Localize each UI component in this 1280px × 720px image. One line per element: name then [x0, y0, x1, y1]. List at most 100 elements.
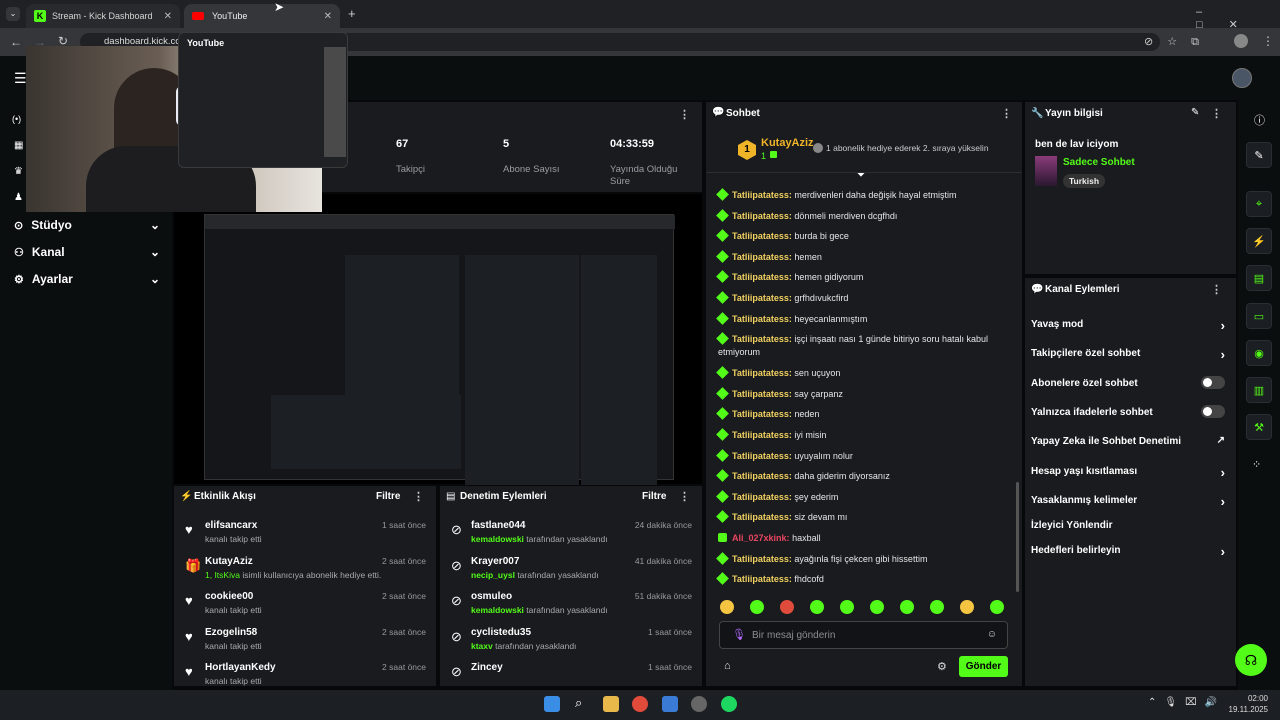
- emote-icon[interactable]: [720, 600, 734, 614]
- channel-action-item[interactable]: Hesap yaşı kısıtlaması ›: [1031, 465, 1225, 480]
- sidebar-item-studio[interactable]: ⊙ Stüdyo ⌄: [14, 218, 160, 232]
- tab-search-icon[interactable]: ⌄: [6, 7, 20, 21]
- community-icon[interactable]: ♟: [14, 192, 23, 203]
- edit-mode-button[interactable]: ✎: [1246, 142, 1272, 168]
- chat-username[interactable]: Tatliipatatess:: [732, 211, 792, 221]
- start-icon[interactable]: [544, 696, 560, 712]
- profile-avatar[interactable]: [1234, 34, 1248, 48]
- app-icon[interactable]: [691, 696, 707, 712]
- focus-icon[interactable]: ⌖: [1246, 191, 1272, 217]
- chat-username[interactable]: Tatliipatatess:: [732, 334, 792, 344]
- channel-action-item[interactable]: Yasaklanmış kelimeler ›: [1031, 494, 1225, 509]
- collapse-icon[interactable]: ⏷: [857, 170, 865, 181]
- channel-action-item[interactable]: Hedefleri belirleyin ›: [1031, 544, 1225, 559]
- chat-username[interactable]: Ali_027xkink:: [732, 533, 790, 543]
- chat-username[interactable]: Tatliipatatess:: [732, 409, 792, 419]
- chat-username[interactable]: Tatliipatatess:: [732, 368, 792, 378]
- microphone-icon[interactable]: 🎙: [732, 628, 746, 641]
- search-icon[interactable]: ⌕: [575, 695, 582, 711]
- moderator-name[interactable]: necip_uysl: [471, 570, 515, 580]
- user-avatar[interactable]: [1232, 68, 1252, 88]
- more-options-icon[interactable]: ⋮: [1211, 107, 1222, 120]
- more-options-icon[interactable]: ⋮: [679, 490, 690, 503]
- apps-icon[interactable]: ⁘: [1252, 458, 1261, 471]
- channel-action-item[interactable]: Takipçilere özel sohbet ›: [1031, 347, 1225, 362]
- toggle-switch[interactable]: [1201, 376, 1225, 389]
- moderator-name[interactable]: kemaldowski: [471, 534, 524, 544]
- close-tab-icon[interactable]: ✕: [164, 11, 172, 22]
- emote-icon[interactable]: [780, 600, 794, 614]
- spotify-icon[interactable]: [721, 696, 737, 712]
- analytics-icon[interactable]: ▦: [14, 140, 23, 151]
- chat-username[interactable]: Tatliipatatess:: [732, 231, 792, 241]
- hamburger-icon[interactable]: ☰: [14, 70, 27, 87]
- back-icon[interactable]: ←: [10, 35, 22, 49]
- emote-icon[interactable]: [810, 600, 824, 614]
- filter-button[interactable]: Filtre: [642, 491, 666, 502]
- emote-icon[interactable]: [960, 600, 974, 614]
- toolbar-icons[interactable]: ⊘☆⧉: [1144, 35, 1213, 49]
- filter-button[interactable]: Filtre: [376, 491, 400, 502]
- photos-icon[interactable]: [662, 696, 678, 712]
- users-icon[interactable]: ▥: [1246, 377, 1272, 403]
- channel-action-item[interactable]: Yapay Zeka ile Sohbet Denetimi ↗: [1031, 435, 1225, 447]
- trophy-icon[interactable]: ♛: [14, 166, 23, 177]
- chat-username[interactable]: Tatliipatatess:: [732, 293, 792, 303]
- chat-icon[interactable]: ▭: [1246, 303, 1272, 329]
- toggle-switch[interactable]: [1201, 405, 1225, 418]
- stream-icon[interactable]: (•): [12, 114, 21, 124]
- more-options-icon[interactable]: ⋮: [1211, 283, 1222, 296]
- more-options-icon[interactable]: ⋮: [1001, 107, 1012, 120]
- chat-username[interactable]: Tatliipatatess:: [732, 574, 792, 584]
- store-icon[interactable]: ⌂: [724, 660, 731, 672]
- chat-input[interactable]: 🎙 Bir mesaj gönderin ☺: [719, 621, 1008, 649]
- support-icon[interactable]: ☊: [1235, 644, 1267, 676]
- chat-username[interactable]: Tatliipatatess:: [732, 389, 792, 399]
- category-link[interactable]: Sadece Sohbet: [1063, 157, 1135, 168]
- sidebar-item-settings[interactable]: ⚙ Ayarlar ⌄: [14, 272, 160, 286]
- sidebar-item-channel[interactable]: ⚇ Kanal ⌄: [14, 245, 160, 259]
- chat-username[interactable]: Tatliipatatess:: [732, 512, 792, 522]
- channel-action-item[interactable]: İzleyici Yönlendir: [1031, 520, 1225, 531]
- tools-icon[interactable]: ⚒: [1246, 414, 1272, 440]
- emote-icon[interactable]: [840, 600, 854, 614]
- moderator-name[interactable]: ktaxv: [471, 641, 493, 651]
- tab-youtube[interactable]: YouTube ✕: [184, 4, 340, 28]
- chrome-icon[interactable]: [632, 696, 648, 712]
- emote-icon[interactable]: [990, 600, 1004, 614]
- tab-kick-dashboard[interactable]: K Stream - Kick Dashboard ✕: [26, 4, 180, 28]
- chat-username[interactable]: Tatliipatatess:: [732, 451, 792, 461]
- send-button[interactable]: Gönder: [959, 656, 1008, 677]
- chat-username[interactable]: Tatliipatatess:: [732, 314, 792, 324]
- new-tab-icon[interactable]: +: [348, 6, 356, 21]
- emote-icon[interactable]: [900, 600, 914, 614]
- channel-action-item[interactable]: Yavaş mod ›: [1031, 318, 1225, 333]
- system-tray-icons[interactable]: ⌃🎙⌧🔊: [1148, 697, 1225, 708]
- file-explorer-icon[interactable]: [603, 696, 619, 712]
- emote-icon[interactable]: [870, 600, 884, 614]
- channel-action-item[interactable]: Yalnızca ifadelerle sohbet: [1031, 405, 1225, 418]
- emote-icon[interactable]: [750, 600, 764, 614]
- chat-username[interactable]: Tatliipatatess:: [732, 190, 792, 200]
- pinned-user[interactable]: KutayAziz: [761, 137, 814, 149]
- chat-username[interactable]: Tatliipatatess:: [732, 430, 792, 440]
- chat-settings-icon[interactable]: ⚙: [937, 660, 947, 673]
- info-icon[interactable]: ⓘ: [1254, 112, 1265, 128]
- broadcast-icon[interactable]: ◉: [1246, 340, 1272, 366]
- chat-username[interactable]: Tatliipatatess:: [732, 471, 792, 481]
- chat-username[interactable]: Tatliipatatess:: [732, 252, 792, 262]
- stream-preview[interactable]: [174, 194, 702, 485]
- clipboard-icon[interactable]: ▤: [1246, 265, 1272, 291]
- more-options-icon[interactable]: ⋮: [413, 490, 424, 503]
- chat-username[interactable]: Tatliipatatess:: [732, 272, 792, 282]
- close-tab-icon[interactable]: ✕: [324, 11, 332, 22]
- menu-icon[interactable]: ⋮: [1262, 34, 1274, 48]
- edit-icon[interactable]: ✎: [1191, 107, 1199, 118]
- clock[interactable]: 02:00 19.11.2025: [1228, 693, 1268, 715]
- chat-username[interactable]: Tatliipatatess:: [732, 554, 792, 564]
- emote-icon[interactable]: [930, 600, 944, 614]
- channel-action-item[interactable]: Abonelere özel sohbet: [1031, 376, 1225, 389]
- emoji-icon[interactable]: ☺: [987, 629, 997, 640]
- more-options-icon[interactable]: ⋮: [679, 108, 690, 121]
- lightning-icon[interactable]: ⚡: [1246, 228, 1272, 254]
